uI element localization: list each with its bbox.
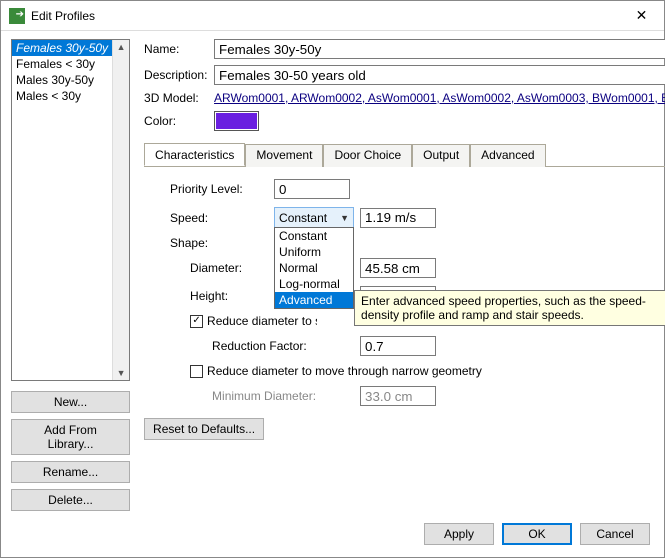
speed-mode-dropdown-list[interactable]: Constant Uniform Normal Log-normal Advan… bbox=[274, 227, 354, 309]
speed-label: Speed: bbox=[170, 211, 274, 225]
close-icon: ✕ bbox=[636, 7, 648, 24]
name-label: Name: bbox=[144, 42, 214, 56]
tab-output[interactable]: Output bbox=[412, 144, 470, 167]
min-diameter-input bbox=[360, 386, 436, 406]
chevron-down-icon: ▼ bbox=[340, 213, 349, 223]
dialog-footer: Apply OK Cancel bbox=[424, 523, 650, 545]
shape-label: Shape: bbox=[170, 236, 274, 250]
speed-mode-value: Constant bbox=[279, 211, 327, 225]
reset-defaults-button[interactable]: Reset to Defaults... bbox=[144, 418, 264, 440]
profiles-listbox[interactable]: Females 30y-50y Females < 30y Males 30y-… bbox=[11, 39, 130, 381]
tab-characteristics[interactable]: Characteristics bbox=[144, 143, 245, 166]
tab-content-characteristics: Priority Level: Speed: Constant ▼ Consta… bbox=[144, 167, 665, 452]
reduce-squeeze-label: Reduce diameter to squeeze through tight… bbox=[207, 314, 317, 328]
priority-label: Priority Level: bbox=[170, 182, 274, 196]
ok-button[interactable]: OK bbox=[502, 523, 572, 545]
cancel-button[interactable]: Cancel bbox=[580, 523, 650, 545]
diameter-input[interactable] bbox=[360, 258, 436, 278]
tabstrip: Characteristics Movement Door Choice Out… bbox=[144, 143, 665, 167]
priority-input[interactable] bbox=[274, 179, 350, 199]
description-input[interactable] bbox=[214, 65, 665, 85]
height-label: Height: bbox=[170, 289, 274, 303]
speed-option-normal[interactable]: Normal bbox=[275, 260, 353, 276]
apply-button[interactable]: Apply bbox=[424, 523, 494, 545]
description-label: Description: bbox=[144, 68, 214, 82]
tab-door-choice[interactable]: Door Choice bbox=[323, 144, 412, 167]
rename-button[interactable]: Rename... bbox=[11, 461, 130, 483]
model-link[interactable]: ARWom0001, ARWom0002, AsWom0001, AsWom00… bbox=[214, 91, 665, 105]
color-swatch[interactable] bbox=[214, 111, 259, 131]
add-from-library-button[interactable]: Add From Library... bbox=[11, 419, 130, 455]
speed-advanced-tooltip: Enter advanced speed properties, such as… bbox=[354, 290, 665, 326]
reduction-factor-label: Reduction Factor: bbox=[212, 339, 336, 353]
delete-button[interactable]: Delete... bbox=[11, 489, 130, 511]
list-item[interactable]: Males < 30y bbox=[12, 88, 112, 104]
model-label: 3D Model: bbox=[144, 91, 214, 105]
color-label: Color: bbox=[144, 114, 214, 128]
titlebar: Edit Profiles ✕ bbox=[1, 1, 664, 31]
min-diameter-label: Minimum Diameter: bbox=[212, 389, 336, 403]
name-input[interactable] bbox=[214, 39, 665, 59]
diameter-label: Diameter: bbox=[170, 261, 274, 275]
speed-mode-dropdown[interactable]: Constant ▼ bbox=[274, 207, 354, 228]
scroll-up-icon: ▲ bbox=[117, 42, 126, 52]
list-item[interactable]: Females 30y-50y bbox=[12, 40, 112, 56]
scroll-down-icon: ▼ bbox=[117, 368, 126, 378]
window-title: Edit Profiles bbox=[31, 9, 95, 23]
reduction-factor-input[interactable] bbox=[360, 336, 436, 356]
listbox-scrollbar[interactable]: ▲ ▼ bbox=[112, 40, 129, 380]
speed-option-advanced[interactable]: Advanced bbox=[275, 292, 353, 308]
speed-value-input[interactable] bbox=[360, 208, 436, 228]
tab-movement[interactable]: Movement bbox=[245, 144, 323, 167]
reduce-narrow-label: Reduce diameter to move through narrow g… bbox=[207, 364, 482, 378]
tab-advanced[interactable]: Advanced bbox=[470, 144, 545, 167]
speed-option-lognormal[interactable]: Log-normal bbox=[275, 276, 353, 292]
speed-option-uniform[interactable]: Uniform bbox=[275, 244, 353, 260]
reduce-narrow-checkbox[interactable] bbox=[190, 365, 203, 378]
speed-option-constant[interactable]: Constant bbox=[275, 228, 353, 244]
list-item[interactable]: Females < 30y bbox=[12, 56, 112, 72]
close-button[interactable]: ✕ bbox=[619, 1, 664, 31]
new-button[interactable]: New... bbox=[11, 391, 130, 413]
app-icon bbox=[9, 8, 25, 24]
list-item[interactable]: Males 30y-50y bbox=[12, 72, 112, 88]
reduce-squeeze-checkbox[interactable]: ✓ bbox=[190, 315, 203, 328]
tooltip-text: Enter advanced speed properties, such as… bbox=[361, 294, 646, 322]
